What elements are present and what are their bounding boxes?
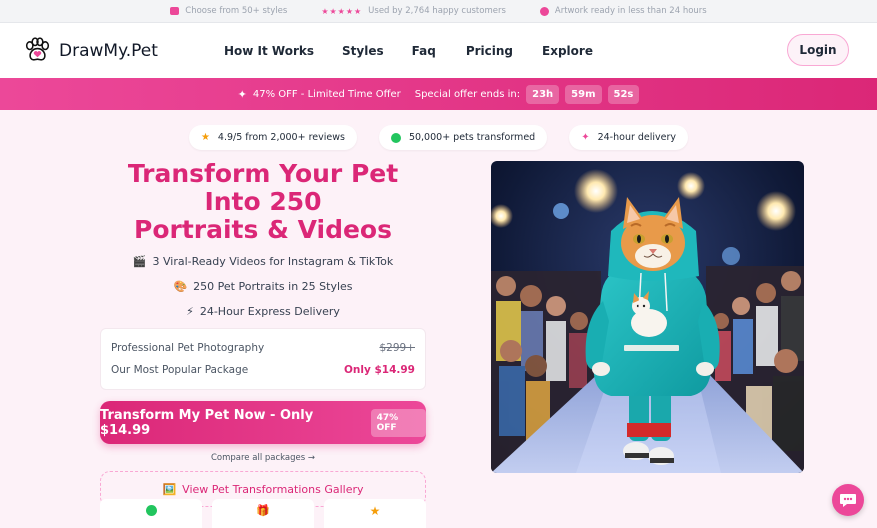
main-navigation: DrawMy.Pet How It Works Styles Faq Prici…	[0, 23, 877, 78]
pets-badge: 50,000+ pets transformed	[378, 125, 548, 150]
chat-button[interactable]	[832, 484, 864, 516]
topbar-styles: Choose from 50+ styles	[170, 6, 287, 16]
headline-line-1: Transform Your Pet Into 250	[127, 159, 399, 216]
nav-link-styles[interactable]: Styles	[342, 44, 384, 58]
clapperboard-icon: 🎬	[132, 254, 147, 268]
mini-feature-cards: 🎁 ★	[100, 499, 426, 528]
cta-label: Transform My Pet Now - Only $14.99	[100, 407, 314, 438]
promo-ends-label: Special offer ends in:	[414, 88, 521, 100]
countdown-minutes: 59m	[565, 84, 602, 104]
mini-card: ★	[324, 499, 426, 528]
nav-link-faq[interactable]: Faq	[412, 44, 436, 58]
clock-icon	[539, 6, 549, 16]
top-info-bar: Choose from 50+ styles ★★★★★ Used by 2,7…	[0, 0, 877, 23]
trust-badges: ★ 4.9/5 from 2,000+ reviews 50,000+ pets…	[0, 125, 877, 150]
lightning-icon: ⚡	[186, 304, 194, 318]
nav-link-explore[interactable]: Explore	[542, 44, 593, 58]
feature-text: 3 Viral-Ready Videos for Instagram & Tik…	[152, 254, 394, 268]
promo-banner: ✦ 47% OFF - Limited Time Offer Special o…	[0, 78, 877, 110]
pets-badge-text: 50,000+ pets transformed	[408, 132, 536, 143]
nav-link-pricing[interactable]: Pricing	[466, 44, 513, 58]
brand-name: DrawMy.Pet	[59, 40, 158, 61]
paw-logo-icon	[25, 37, 50, 61]
price-comparison: Professional Pet Photography $299+ Our M…	[100, 328, 426, 390]
rating-stars-icon: ★★★★★	[321, 6, 363, 16]
chat-bubble-icon	[840, 494, 856, 507]
original-price: $299+	[379, 342, 415, 354]
price-label: Professional Pet Photography	[111, 342, 265, 354]
sparkle-icon: ✦	[237, 87, 247, 101]
delivery-badge: ✦ 24-hour delivery	[569, 125, 689, 150]
feature-text: 250 Pet Portraits in 25 Styles	[193, 279, 353, 293]
reviews-badge: ★ 4.9/5 from 2,000+ reviews	[188, 125, 357, 150]
topbar-delivery-text: Artwork ready in less than 24 hours	[554, 6, 707, 16]
delivery-badge-text: 24-hour delivery	[597, 132, 677, 143]
topbar-customers-text: Used by 2,764 happy customers	[368, 6, 506, 16]
headline-line-2: Portraits & Videos	[134, 215, 392, 244]
palette-icon: 🎨	[173, 279, 188, 293]
discount-badge: 47% OFF	[370, 408, 426, 437]
nav-link-how-it-works[interactable]: How It Works	[224, 44, 314, 58]
reviews-badge-text: 4.9/5 from 2,000+ reviews	[217, 132, 345, 143]
price-row-professional: Professional Pet Photography $299+	[111, 337, 415, 359]
hero-left-column: Transform Your Pet Into 250 Portraits & …	[100, 160, 426, 507]
picture-frame-icon: 🖼️	[162, 482, 177, 496]
topbar-delivery: Artwork ready in less than 24 hours	[539, 6, 707, 16]
hero-pet-image	[491, 161, 804, 473]
sale-price: Only $14.99	[343, 364, 415, 376]
star-icon: ★	[369, 504, 381, 518]
feature-item-delivery: ⚡ 24-Hour Express Delivery	[186, 302, 340, 320]
feature-item-videos: 🎬 3 Viral-Ready Videos for Instagram & T…	[133, 252, 393, 270]
sparkle-icon: ✦	[581, 132, 590, 143]
topbar-styles-text: Choose from 50+ styles	[185, 6, 288, 16]
check-circle-icon	[390, 132, 401, 143]
feature-text: 24-Hour Express Delivery	[199, 304, 340, 318]
price-row-package: Our Most Popular Package Only $14.99	[111, 359, 415, 381]
gallery-label: View Pet Transformations Gallery	[182, 482, 364, 496]
nav-menu: How It Works Styles Faq Pricing Explore	[224, 44, 593, 58]
brand-logo[interactable]: DrawMy.Pet	[24, 37, 158, 64]
topbar-customers: ★★★★★ Used by 2,764 happy customers	[321, 6, 506, 16]
mini-card: 🎁	[212, 499, 314, 528]
price-label: Our Most Popular Package	[111, 364, 249, 376]
gift-icon: 🎁	[256, 504, 270, 517]
feature-item-portraits: 🎨 250 Pet Portraits in 25 Styles	[173, 277, 352, 295]
promo-offer-text: 47% OFF - Limited Time Offer	[252, 88, 401, 100]
star-icon: ★	[200, 132, 210, 143]
shopping-bag-icon	[170, 7, 180, 15]
transform-pet-button[interactable]: Transform My Pet Now - Only $14.99 47% O…	[100, 401, 426, 444]
check-circle-icon	[145, 505, 157, 516]
login-button[interactable]: Login	[787, 34, 849, 66]
countdown-hours: 23h	[526, 84, 560, 104]
hero-headline: Transform Your Pet Into 250 Portraits & …	[100, 160, 426, 244]
compare-packages-link[interactable]: Compare all packages →	[100, 453, 426, 463]
countdown-seconds: 52s	[607, 84, 640, 104]
mini-card	[100, 499, 202, 528]
feature-list: 🎬 3 Viral-Ready Videos for Instagram & T…	[100, 252, 426, 320]
cat-runway-illustration	[491, 161, 804, 473]
